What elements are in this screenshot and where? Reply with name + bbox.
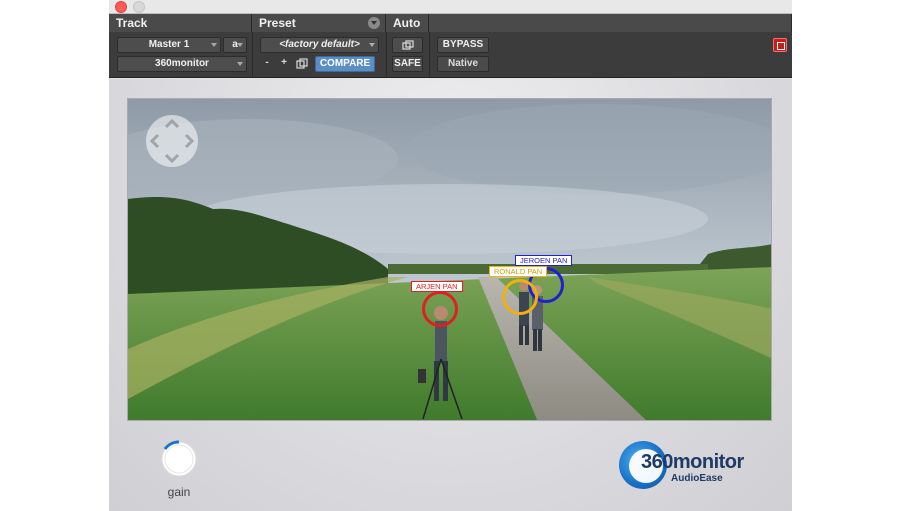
360-video-view[interactable]: ARJEN PAN JEROEN PAN RONALD PAN <box>127 98 772 421</box>
auto-section-label: Auto <box>386 14 429 32</box>
native-indicator: Native <box>437 56 489 72</box>
pan-ring-ronald[interactable] <box>502 279 538 315</box>
preset-menu-icon[interactable] <box>368 17 380 29</box>
bypass-button[interactable]: BYPASS <box>437 37 489 53</box>
preset-plus-button[interactable]: + <box>277 56 291 72</box>
nav-arrows <box>149 118 195 164</box>
safe-button[interactable]: SAFE <box>392 56 423 72</box>
track-select[interactable]: Master 1 <box>117 37 221 53</box>
gain-knob[interactable] <box>159 439 199 479</box>
title-bar <box>109 0 792 14</box>
plugin-body: ARJEN PAN JEROEN PAN RONALD PAN gain 360… <box>109 79 792 511</box>
divider <box>252 32 253 78</box>
preset-select[interactable]: <factory default> <box>260 37 379 53</box>
copy-settings-icon <box>296 58 308 69</box>
pan-arrows-icon[interactable] <box>146 115 198 167</box>
logo-subtitle: AudioEase <box>671 473 723 484</box>
channel-select[interactable]: a <box>223 37 247 53</box>
copy-settings-icon <box>401 40 414 50</box>
pan-label-jeroen[interactable]: JEROEN PAN <box>515 255 573 266</box>
auto-settings-button[interactable] <box>392 37 423 53</box>
pan-label-ronald[interactable]: RONALD PAN <box>489 266 548 277</box>
video-frame <box>128 99 771 420</box>
preset-minus-button[interactable]: - <box>260 56 274 72</box>
divider <box>429 32 430 78</box>
pan-ring-arjen[interactable] <box>422 291 458 327</box>
target-icon[interactable] <box>773 38 787 52</box>
close-window-icon[interactable] <box>115 1 127 13</box>
preset-section-label: Preset <box>259 16 296 30</box>
preset-section-header: Preset <box>252 14 386 32</box>
logo-title: 360monitor <box>641 451 744 473</box>
gain-label: gain <box>167 485 191 499</box>
track-section-label: Track <box>109 14 252 32</box>
header-spacer <box>429 14 792 32</box>
divider <box>386 32 387 78</box>
audioease-logo: 360monitor AudioEase <box>619 441 779 491</box>
preset-copy-button[interactable] <box>294 56 310 72</box>
plugin-select[interactable]: 360monitor <box>117 56 247 72</box>
plugin-window: Track Preset Auto Master 1 a 360monitor … <box>109 0 792 511</box>
minimize-window-icon[interactable] <box>133 1 145 13</box>
compare-button[interactable]: COMPARE <box>315 56 375 72</box>
plugin-header: Track Preset Auto Master 1 a 360monitor … <box>109 14 792 78</box>
